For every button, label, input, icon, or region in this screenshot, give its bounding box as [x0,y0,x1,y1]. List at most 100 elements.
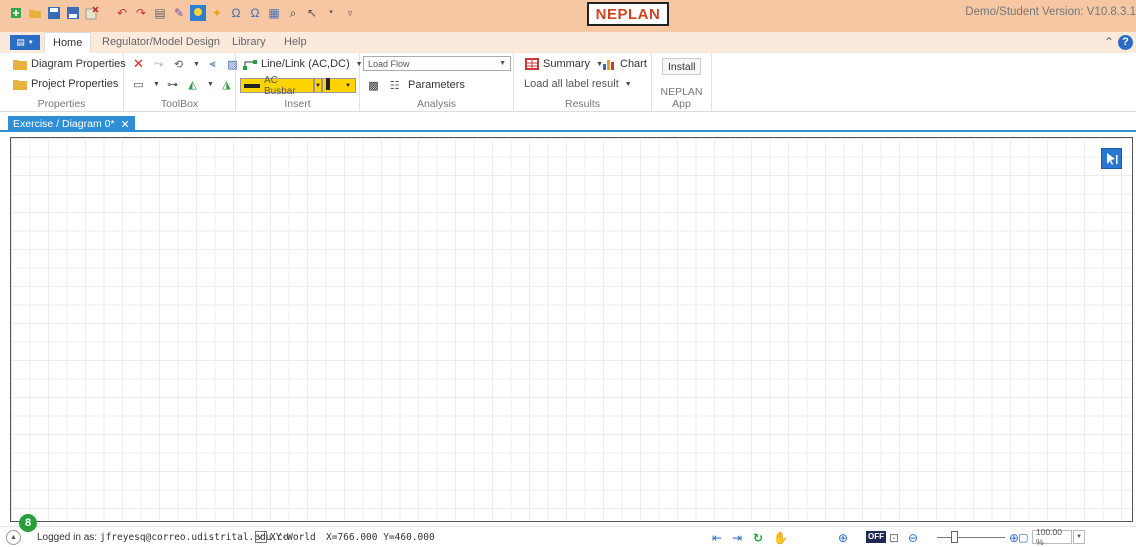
xy-world-checkbox[interactable]: ✓ [255,531,267,543]
chart-button[interactable]: Chart [601,57,647,71]
bulb-icon[interactable] [190,5,206,21]
install-button[interactable]: Install [662,58,702,75]
document-tab[interactable]: Exercise / Diagram 0* ✕ [8,116,135,132]
sparkle-icon[interactable]: ✦ [209,5,225,21]
pencil-icon[interactable]: ✎ [171,5,187,21]
tab-help[interactable]: Help [284,32,307,53]
summary-label: Summary [543,58,591,70]
quick-access-toolbar: ↶ ↷ ▤ ✎ ✦ Ω Ω ▦ ⌕ ↖ ▾ ▿ [8,5,358,21]
cursor-coordinates: X=766.000 Y=460.000 [326,532,435,543]
login-prefix: Logged in as: [37,532,98,543]
print-icon[interactable]: ▤ [152,5,168,21]
expand-panel-icon[interactable]: ▲ [6,530,21,545]
ac-busbar-label: AC Busbar [264,74,296,97]
group-insert: Line/Link (AC,DC) ▼ AC Busbar ▼ ▼ Insert [236,53,363,112]
select-tool-icon[interactable]: ⤳ [151,57,166,71]
zoom-window-icon[interactable]: ⊡ [889,530,899,545]
group-toolbox: ✕ ⤳ ⟲ ▼ ⫷ ▨ ▭ ▼ ⊶ ◭ ▼ ◮ ▣ ToolBox [124,53,252,112]
parameters-button[interactable]: Parameters [408,79,465,91]
diagram-properties-label: Diagram Properties [31,58,126,70]
chart-icon [601,57,616,71]
busbar-orientation-button[interactable]: ▼ [322,78,356,93]
redo-icon[interactable]: ↷ [133,5,149,21]
menu-bar: ▤ ▼ Home Regulator/Model Design Library … [0,32,1136,53]
chevron-down-icon[interactable]: ▼ [207,81,214,88]
pan-hand-icon[interactable]: ✋ [773,530,788,545]
group-neplan-app: Install NEPLAN App [652,53,712,112]
zoom-out-icon[interactable]: ⊖ [908,530,918,545]
customize-icon[interactable]: ▿ [342,5,358,21]
chevron-down-icon: ▼ [499,60,506,67]
rotate-icon[interactable]: ⟲ [171,57,186,71]
calendar-icon[interactable]: ▦ [266,5,282,21]
collapse-ribbon-icon[interactable]: ⌃ [1104,35,1114,49]
group-title: NEPLAN App [660,86,703,110]
zoom-dropdown[interactable]: ▼ [1073,530,1085,544]
chevron-down-icon[interactable]: ▼ [193,61,200,68]
chevron-down-icon[interactable]: ▼ [153,81,160,88]
file-menu-button[interactable]: ▤ ▼ [10,35,40,50]
help-icon[interactable]: ? [1118,35,1133,50]
first-page-icon[interactable]: ⇤ [712,530,722,545]
find-icon[interactable]: ⌕ [285,5,301,21]
zoom-slider-track[interactable] [937,537,1005,538]
chevron-down-icon: ▼ [27,39,34,46]
tab-home[interactable]: Home [44,32,92,53]
zoom-level-field[interactable]: 100.00 % [1032,527,1072,547]
project-properties-button[interactable]: Project Properties [12,77,118,91]
new-icon[interactable] [8,5,24,21]
toolbox-row-1: ✕ ⤳ ⟲ ▼ ⫷ ▨ [131,56,240,71]
zoom-slider-thumb[interactable] [951,531,958,543]
analysis-mode-value: Load Flow [368,58,410,69]
group-properties: Diagram Properties Project Properties Pr… [0,53,126,112]
document-tab-label: Exercise / Diagram 0* [13,118,115,130]
folder-properties-icon [12,57,27,71]
omega-icon[interactable]: Ω [228,5,244,21]
load-all-label-result-button[interactable]: Load all label result ▼ [524,78,632,90]
off-toggle-icon[interactable]: OFF [866,531,886,543]
connector-icon[interactable]: ⊶ [165,77,180,91]
dropdown-icon[interactable]: ▾ [323,5,339,21]
notification-badge[interactable]: 8 [19,514,37,532]
diagram-canvas[interactable] [10,137,1133,522]
fullscreen-icon[interactable]: ▢ [1018,530,1028,545]
parameters-icon: ☷ [389,79,400,92]
pointer-tool-button[interactable] [1101,148,1122,169]
flip-icon[interactable]: ◭ [185,77,200,91]
undo-icon[interactable]: ↶ [114,5,130,21]
close-icon[interactable]: ✕ [121,118,130,131]
busbar-icon [244,80,260,91]
tab-regulator-model-design[interactable]: Regulator/Model Design [102,32,220,53]
cursor-icon[interactable]: ↖ [304,5,320,21]
delete-icon[interactable]: ✕ [131,56,146,71]
omega-alt-icon[interactable]: Ω [247,5,263,21]
ribbon: Diagram Properties Project Properties Pr… [0,53,1136,112]
save-icon[interactable] [46,5,62,21]
close-document-icon[interactable] [84,5,100,21]
tab-library[interactable]: Library [232,32,266,53]
align-icon[interactable]: ⫷ [205,57,220,71]
chevron-down-icon: ▼ [345,82,351,89]
refresh-icon[interactable]: ↻ [753,530,763,545]
save-as-icon[interactable] [65,5,81,21]
diagram-properties-button[interactable]: Diagram Properties [12,57,126,71]
open-icon[interactable] [27,5,43,21]
load-all-label: Load all label result [524,78,619,90]
line-link-button[interactable]: Line/Link (AC,DC) ▼ [242,57,363,71]
zoom-fit-icon[interactable]: ⊕ [838,530,848,545]
calculate-icon[interactable]: ▩ [366,78,381,92]
analysis-mode-select[interactable]: Load Flow ▼ [363,56,511,71]
line-link-icon [242,57,257,71]
file-menu-icon: ▤ [16,37,25,47]
rectangle-icon[interactable]: ▭ [131,77,146,91]
separator [103,5,111,21]
document-tab-strip: Exercise / Diagram 0* ✕ [0,113,1136,132]
last-page-icon[interactable]: ⇥ [732,530,742,545]
group-title: Results [564,98,600,110]
analysis-tools: ▩ ☷ Parameters [366,78,465,92]
ac-busbar-button[interactable]: AC Busbar [240,75,314,97]
mirror-icon[interactable]: ◮ [219,77,234,91]
summary-button[interactable]: Summary ▼ [524,57,603,71]
group-title: Insert [284,98,311,110]
ac-busbar-dropdown[interactable]: ▼ [314,78,322,93]
